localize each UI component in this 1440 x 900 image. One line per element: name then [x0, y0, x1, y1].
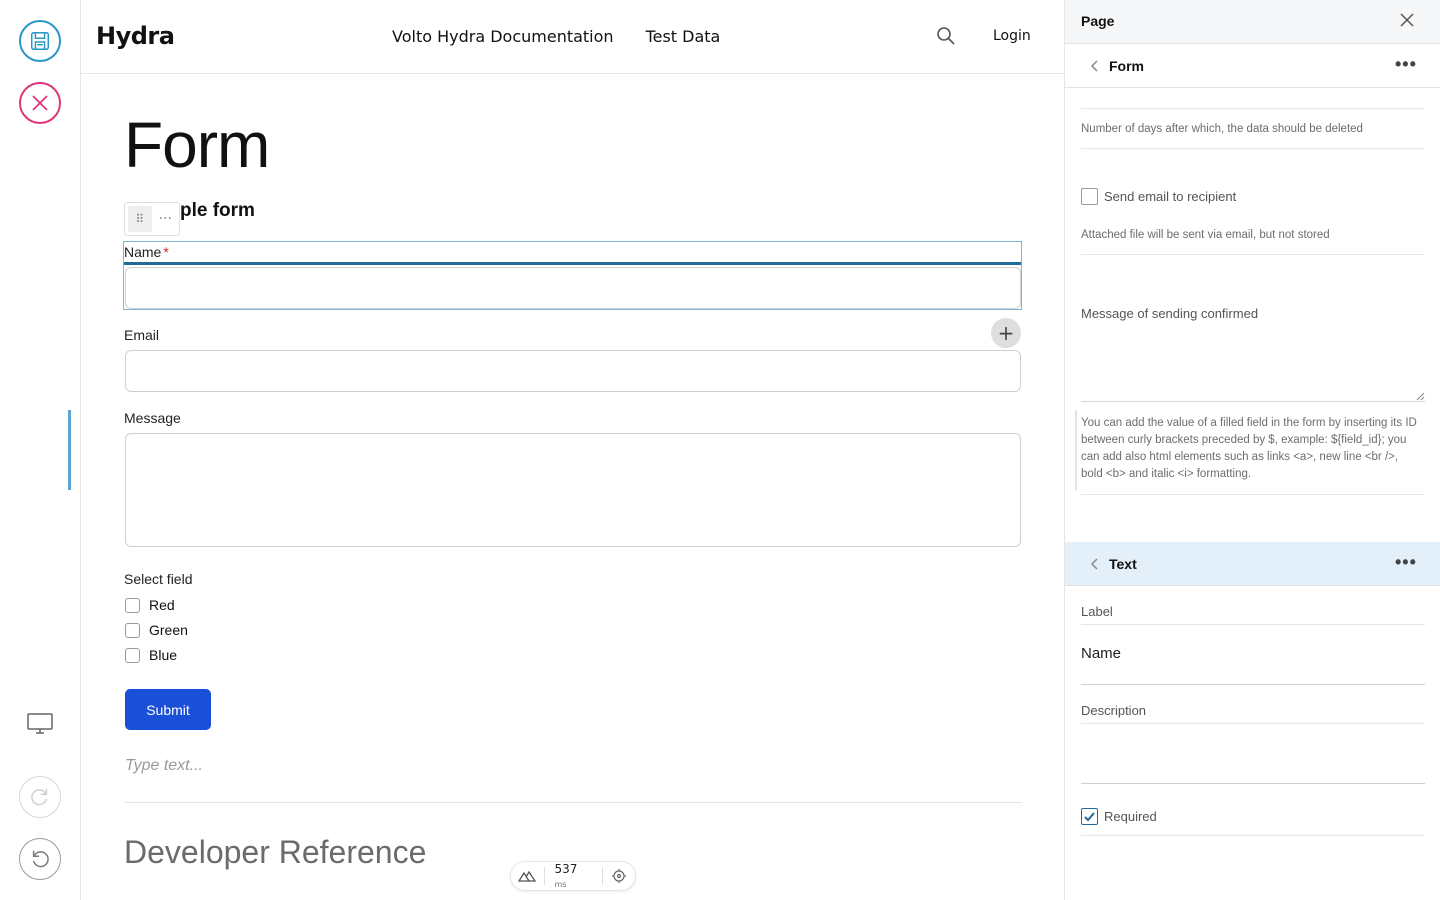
main-nav: Volto Hydra Documentation Test Data: [392, 27, 720, 46]
required-mark: *: [163, 244, 169, 260]
developer-reference-heading: Developer Reference: [124, 834, 427, 870]
perf-value: 537: [554, 862, 578, 876]
select-field-label: Select field: [124, 571, 193, 587]
close-icon: [1400, 13, 1414, 27]
option-green[interactable]: Green: [125, 622, 188, 638]
text-section-menu[interactable]: •••: [1395, 552, 1417, 573]
target-icon[interactable]: [602, 869, 635, 883]
login-link[interactable]: Login: [993, 28, 1031, 44]
redo-icon: [31, 788, 48, 806]
option-blue[interactable]: Blue: [125, 647, 177, 663]
help-bar: [1075, 410, 1077, 490]
option-label: Green: [149, 622, 188, 638]
divider: [1081, 148, 1425, 149]
form-section-header[interactable]: Form •••: [1065, 44, 1440, 88]
redo-button[interactable]: [19, 776, 61, 818]
add-block-button[interactable]: +: [991, 318, 1021, 348]
chevron-left-icon[interactable]: [1087, 556, 1101, 572]
close-icon: [32, 95, 48, 111]
close-sidebar-button[interactable]: [1399, 12, 1419, 32]
name-label-text: Name: [124, 244, 162, 260]
block-toolbar: ⠿ ···: [124, 202, 180, 236]
selected-field-underline: [124, 262, 1021, 265]
description-input-underline[interactable]: [1081, 783, 1425, 784]
divider: [1081, 494, 1425, 495]
required-checkbox[interactable]: Required: [1081, 808, 1157, 825]
option-red[interactable]: Red: [125, 597, 175, 613]
message-textarea[interactable]: [125, 433, 1021, 547]
save-icon: [31, 32, 49, 50]
days-help: Number of days after which, the data sho…: [1081, 123, 1363, 135]
search-button[interactable]: [936, 26, 958, 48]
form-title: ple form: [180, 200, 255, 221]
text-section-title: Text: [1109, 556, 1137, 572]
display-button[interactable]: [22, 706, 58, 742]
undo-button[interactable]: [19, 838, 61, 880]
checkmark-icon: [1084, 812, 1095, 822]
scroll-indicator: [68, 410, 71, 490]
email-input[interactable]: [125, 350, 1021, 392]
attached-help: Attached file will be sent via email, bu…: [1081, 229, 1330, 241]
chevron-left-icon[interactable]: [1087, 58, 1101, 74]
message-help: You can add the value of a filled field …: [1081, 417, 1417, 480]
block-menu-button[interactable]: ···: [152, 211, 179, 227]
nuxt-icon: [511, 870, 544, 882]
description-label: Description: [1081, 703, 1147, 718]
text-block-placeholder[interactable]: Type text...: [125, 757, 203, 775]
perf-indicator[interactable]: 537 ms: [510, 861, 636, 891]
page-title: Form: [124, 109, 270, 181]
checkbox-checked[interactable]: [1081, 808, 1098, 825]
divider: [1081, 254, 1425, 255]
nav-item-test-data[interactable]: Test Data: [646, 27, 721, 46]
checkbox[interactable]: [1081, 188, 1098, 205]
perf-time: 537 ms: [544, 862, 601, 890]
divider: [1081, 835, 1425, 836]
field-underline: [1081, 684, 1425, 685]
site-header: Hydra Volto Hydra Documentation Test Dat…: [81, 0, 1064, 74]
cancel-button[interactable]: [19, 82, 61, 124]
sidebar: Page Form ••• Number of days after which…: [1064, 0, 1440, 900]
label-input[interactable]: Name: [1081, 645, 1121, 662]
drag-handle-icon[interactable]: ⠿: [128, 206, 152, 232]
checkbox[interactable]: [125, 647, 140, 663]
nav-item-documentation[interactable]: Volto Hydra Documentation: [392, 27, 614, 46]
label-field-label: Label: [1081, 604, 1113, 619]
divider: [1081, 723, 1425, 724]
perf-unit: ms: [554, 880, 567, 889]
undo-icon: [32, 850, 49, 868]
field-underline: [1081, 108, 1425, 109]
main-content: Form ple form ⠿ ··· Name * Email + Messag…: [81, 74, 1064, 900]
name-input[interactable]: [125, 267, 1021, 309]
required-label: Required: [1104, 809, 1157, 824]
submit-button[interactable]: Submit: [125, 689, 211, 730]
message-confirm-textarea[interactable]: [1081, 326, 1425, 402]
form-section-menu[interactable]: •••: [1395, 54, 1417, 75]
text-section-header[interactable]: Text •••: [1065, 542, 1440, 586]
site-logo[interactable]: Hydra: [96, 22, 175, 50]
send-email-label: Send email to recipient: [1104, 189, 1237, 204]
name-label: Name *: [124, 244, 169, 260]
form-section-title: Form: [1109, 58, 1144, 74]
checkbox[interactable]: [125, 597, 140, 613]
search-icon: [937, 27, 955, 45]
message-confirm-label: Message of sending confirmed: [1081, 306, 1259, 321]
divider: [125, 802, 1022, 803]
resize-handle-icon[interactable]: [1415, 391, 1425, 401]
save-button[interactable]: [19, 20, 61, 62]
divider: [1081, 624, 1425, 625]
send-email-checkbox[interactable]: Send email to recipient: [1081, 188, 1236, 205]
monitor-icon: [27, 713, 53, 734]
option-label: Red: [149, 597, 175, 613]
sidebar-header: Page: [1065, 0, 1440, 44]
option-label: Blue: [149, 647, 178, 663]
email-label: Email: [124, 327, 160, 343]
sidebar-title: Page: [1081, 13, 1115, 29]
editor-toolbar: [0, 0, 81, 900]
checkbox[interactable]: [125, 622, 140, 638]
message-label: Message: [124, 410, 181, 426]
